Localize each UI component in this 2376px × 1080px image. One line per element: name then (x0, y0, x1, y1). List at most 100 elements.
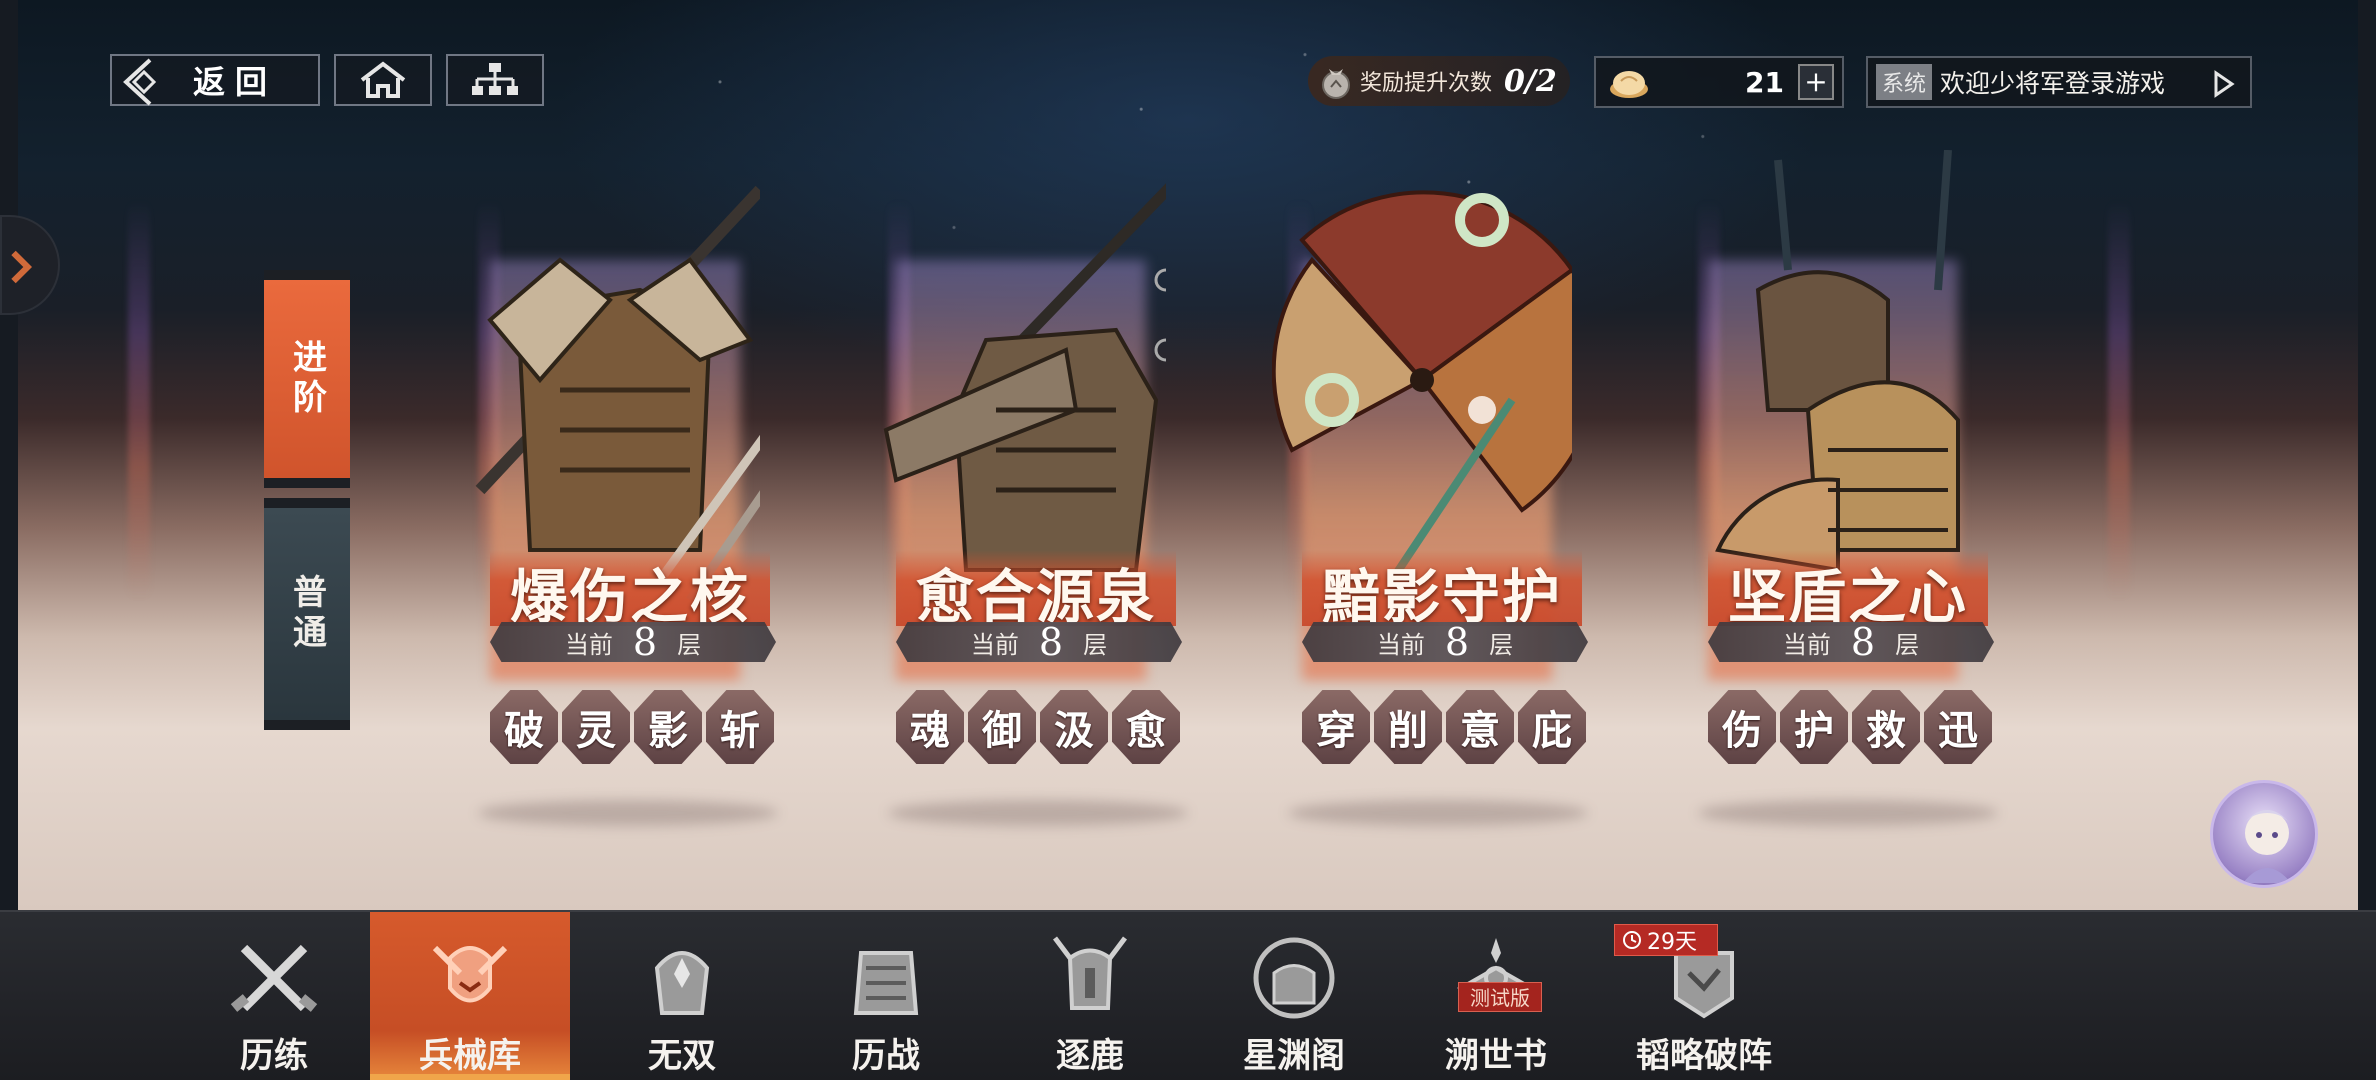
crossed-swords-icon (230, 944, 318, 1012)
steamed-bun-icon (1610, 71, 1648, 98)
affix-badge[interactable]: 意 (1446, 690, 1514, 764)
affix-badge[interactable]: 庇 (1518, 690, 1586, 764)
back-button[interactable]: 返回 (110, 54, 320, 106)
affix-row: 破 灵 影 斩 (490, 690, 780, 764)
nav-item-contest[interactable]: 逐鹿 (990, 912, 1190, 1080)
assistant-avatar[interactable] (2210, 780, 2318, 888)
affix-badge[interactable]: 伤 (1708, 690, 1776, 764)
chevron-right-icon (11, 250, 33, 284)
back-label: 返回 (192, 63, 277, 101)
system-message-bar[interactable]: 系统 欢迎少将军登录游戏 (1866, 56, 2252, 108)
armory-card[interactable]: 愈合源泉 当前 8 层 魂 御 汲 愈 (866, 150, 1182, 770)
nav-item-armory[interactable]: 兵械库 (370, 912, 570, 1080)
level-suffix: 层 (1489, 630, 1514, 659)
floor-shadow (478, 800, 778, 826)
nav-item-peerless[interactable]: 无双 (582, 912, 782, 1080)
card-title: 愈合源泉 (915, 563, 1156, 631)
nav-item-battle-history[interactable]: 历战 (786, 912, 986, 1080)
level-prefix: 当前 (970, 630, 1019, 659)
nav-label: 无双 (648, 1036, 716, 1076)
tab-advanced[interactable]: 进阶 (264, 270, 350, 488)
nav-label: 兵械库 (419, 1036, 521, 1076)
armory-icon (432, 945, 508, 1003)
nav-item-training[interactable]: 历练 (174, 912, 374, 1080)
time-remaining-badge: 29天 (1614, 924, 1718, 956)
pavilion-icon (1253, 937, 1335, 1019)
light-beam (2108, 200, 2130, 600)
currency-value: 21 (1745, 65, 1784, 99)
armory-card[interactable]: 爆伤之核 当前 8 层 破 灵 影 斩 (460, 150, 776, 770)
armory-card[interactable]: 坚盾之心 当前 8 层 伤 护 救 迅 (1678, 150, 1994, 770)
affix-badge[interactable]: 救 (1852, 690, 1920, 764)
affix-row: 伤 护 救 迅 (1708, 690, 1998, 764)
nav-label: 溯世书 (1445, 1036, 1547, 1076)
armory-card[interactable]: 黯影守护 当前 8 层 穿 削 意 庇 (1272, 150, 1588, 770)
home-button[interactable] (334, 54, 432, 106)
affix-badge[interactable]: 灵 (562, 690, 630, 764)
level-number: 8 (632, 620, 658, 664)
helmet-icon (654, 951, 710, 1015)
card-title: 爆伤之核 (509, 563, 750, 631)
level-indicator: 当前 8 层 (490, 622, 776, 662)
test-version-badge: 测试版 (1458, 982, 1542, 1012)
level-indicator: 当前 8 层 (896, 622, 1182, 662)
nav-label: 星渊阁 (1243, 1036, 1345, 1076)
deer-helmet-icon (1053, 936, 1127, 1010)
level-suffix: 层 (1083, 630, 1108, 659)
nav-item-star-abyss[interactable]: 星渊阁 (1194, 912, 1394, 1080)
affix-badge[interactable]: 魂 (896, 690, 964, 764)
hierarchy-icon (472, 63, 518, 95)
level-prefix: 当前 (1782, 630, 1831, 659)
currency-display: 21 + (1594, 56, 1844, 108)
time-remaining-text: 29天 (1647, 930, 1697, 955)
affix-badge[interactable]: 汲 (1040, 690, 1108, 764)
nav-label: 韬略破阵 (1636, 1036, 1772, 1076)
affix-badge[interactable]: 影 (634, 690, 702, 764)
level-suffix: 层 (1895, 630, 1920, 659)
add-currency-button[interactable]: + (1798, 64, 1834, 100)
affix-badge[interactable]: 斩 (706, 690, 774, 764)
tab-normal[interactable]: 普通 (264, 498, 350, 730)
level-suffix: 层 (677, 630, 702, 659)
level-prefix: 当前 (1376, 630, 1425, 659)
card-title: 黯影守护 (1321, 563, 1562, 631)
reward-label: 奖励提升次数 (1360, 71, 1493, 96)
level-number: 8 (1850, 620, 1876, 664)
system-message-text: 欢迎少将军登录游戏 (1940, 69, 2166, 98)
reward-boost-counter[interactable]: 奖励提升次数 0/2 (1308, 56, 1570, 106)
nav-label: 历战 (852, 1036, 920, 1076)
nav-label: 逐鹿 (1056, 1036, 1124, 1076)
light-beam (128, 200, 150, 600)
book-icon (1456, 938, 1536, 1011)
home-icon (360, 61, 406, 98)
floor-shadow (888, 800, 1188, 826)
reward-value: 0/2 (1504, 63, 1557, 99)
affix-badge[interactable]: 穿 (1302, 690, 1370, 764)
scene-background (18, 0, 2358, 910)
right-frame (2358, 0, 2376, 910)
affix-badge[interactable]: 削 (1374, 690, 1442, 764)
affix-badge[interactable]: 护 (1780, 690, 1848, 764)
floor-shadow (1288, 800, 1588, 826)
affix-badge[interactable]: 破 (490, 690, 558, 764)
floor-shadow (1698, 800, 1998, 826)
affix-badge[interactable]: 御 (968, 690, 1036, 764)
level-indicator: 当前 8 层 (1708, 622, 1994, 662)
affix-badge[interactable]: 愈 (1112, 690, 1180, 764)
card-title: 坚盾之心 (1727, 563, 1968, 631)
level-prefix: 当前 (564, 630, 613, 659)
clock-icon (1623, 931, 1641, 949)
system-tag: 系统 (1876, 64, 1933, 100)
back-arrow-icon (123, 58, 157, 106)
level-number: 8 (1444, 620, 1470, 664)
play-arrow-icon (2214, 70, 2235, 98)
affix-badge[interactable]: 迅 (1924, 690, 1992, 764)
money-bag-icon (1322, 69, 1350, 99)
level-number: 8 (1038, 620, 1064, 664)
nav-label: 历练 (240, 1036, 308, 1076)
level-indicator: 当前 8 层 (1302, 622, 1588, 662)
affix-row: 穿 削 意 庇 (1302, 690, 1592, 764)
left-frame (0, 0, 18, 910)
hierarchy-button[interactable] (446, 54, 544, 106)
armor-icon (853, 951, 919, 1015)
